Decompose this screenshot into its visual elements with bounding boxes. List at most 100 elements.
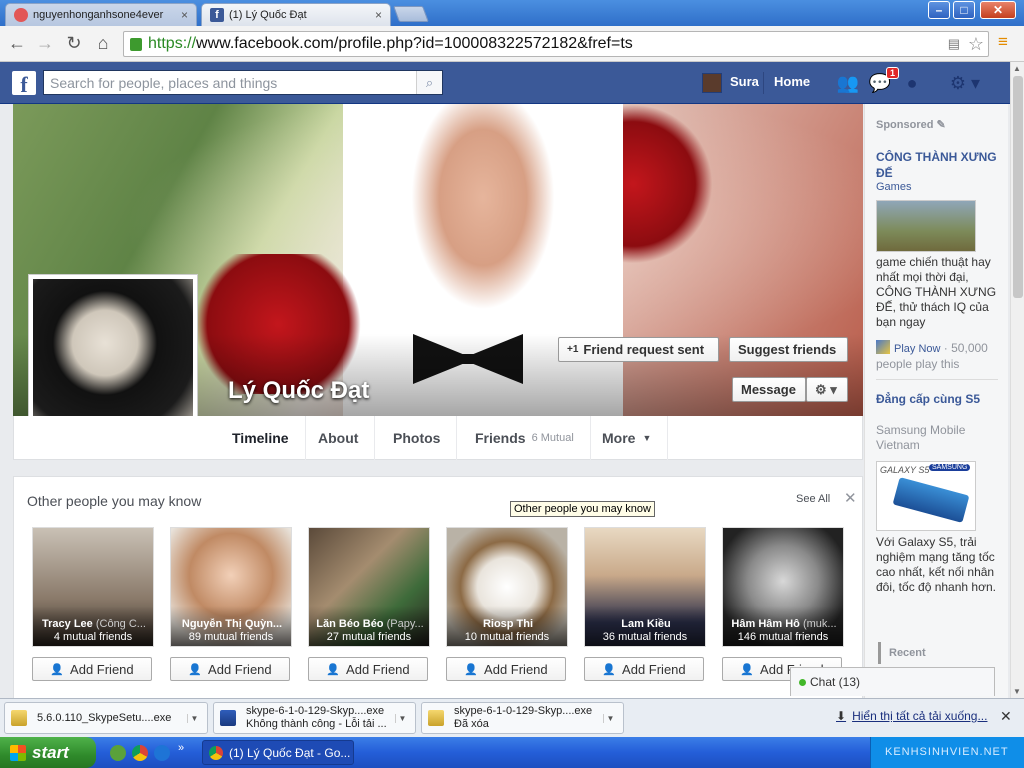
ad-advertiser[interactable]: Samsung Mobile Vietnam <box>876 423 1004 453</box>
mutual-friends[interactable]: 10 mutual friends <box>447 631 567 643</box>
add-friend-button[interactable]: 👤 Add Friend <box>170 657 290 681</box>
mutual-friends[interactable]: 146 mutual friends <box>723 631 843 643</box>
person-name[interactable]: Riosp Thi <box>451 618 565 630</box>
address-bar[interactable]: https://www.facebook.com/profile.php?id=… <box>123 31 989 57</box>
avatar[interactable] <box>702 73 722 93</box>
home-icon[interactable]: ⌂ <box>92 32 114 54</box>
download-item[interactable]: skype-6-1-0-129-Skyp....exe Đã xóa ▼ <box>421 702 624 734</box>
chrome-icon[interactable] <box>132 745 148 761</box>
friend-requests-icon[interactable]: 👥 <box>836 72 860 94</box>
person-card[interactable]: Riosp Thi 10 mutual friends <box>446 527 568 647</box>
download-item[interactable]: 5.6.0.110_SkypeSetu....exe ▼ <box>4 702 208 734</box>
tab-timeline[interactable]: Timeline <box>216 416 306 460</box>
ad-title[interactable]: CÔNG THÀNH XƯNG ĐẾ <box>876 149 1001 181</box>
close-tab-icon[interactable]: × <box>181 8 188 22</box>
ad-image[interactable] <box>876 200 976 252</box>
notifications-icon[interactable]: ● <box>900 72 924 94</box>
profile-name[interactable]: Lý Quốc Đạt <box>228 377 369 405</box>
close-tab-icon[interactable]: × <box>375 8 382 22</box>
ad-image[interactable]: GALAXY S5 SAMSUNG <box>876 461 976 531</box>
minimize-button[interactable]: – <box>928 1 950 19</box>
scroll-up-icon[interactable]: ▲ <box>1013 64 1021 73</box>
sponsored-heading: Sponsored ✎ <box>876 118 946 131</box>
add-friend-button[interactable]: 👤 Add Friend <box>32 657 152 681</box>
bookmark-star-icon[interactable]: ☆ <box>968 34 984 55</box>
tab-friends[interactable]: Friends 6 Mutual <box>459 416 591 460</box>
chrome-menu-icon[interactable]: ≡ <box>998 33 1014 51</box>
add-friend-button[interactable]: 👤 Add Friend <box>308 657 428 681</box>
new-tab-button[interactable] <box>393 6 429 22</box>
button-label: Add Friend <box>208 661 272 677</box>
taskbar: start » (1) Lý Quốc Đạt - Go... KENHSINH… <box>0 737 1024 768</box>
tab-photos[interactable]: Photos <box>377 416 458 460</box>
person-name[interactable]: Tracy Lee (Công C... <box>37 618 151 630</box>
start-button[interactable]: start <box>0 737 96 768</box>
mutual-friends[interactable]: 27 mutual friends <box>309 631 429 643</box>
reload-icon[interactable]: ↻ <box>63 32 85 54</box>
profile-link[interactable]: Sura <box>730 74 759 89</box>
add-friend-button[interactable]: 👤 Add Friend <box>584 657 704 681</box>
forward-icon[interactable]: → <box>34 32 56 54</box>
person-card[interactable]: Nguyễn Thị Quỳn... 89 mutual friends <box>170 527 292 647</box>
quicklaunch-icon[interactable] <box>110 745 126 761</box>
facebook-logo[interactable]: f <box>12 71 36 97</box>
suggest-friends-button[interactable]: Suggest friends <box>729 337 848 362</box>
person-name[interactable]: Hâm Hâm Hô (muk... <box>727 618 841 630</box>
chat-bar[interactable]: Chat (13) <box>790 667 995 696</box>
browser-toolbar: ← → ↻ ⌂ https://www.facebook.com/profile… <box>0 26 1024 62</box>
mutual-friends[interactable]: 36 mutual friends <box>585 631 705 643</box>
play-now-link[interactable]: Play Now <box>894 343 940 355</box>
chevron-right-icon[interactable]: » <box>178 742 184 754</box>
person-name[interactable]: Lăn Béo Béo (Papy... <box>313 618 427 630</box>
ad-category[interactable]: Games <box>876 181 911 193</box>
ad-description[interactable]: Với Galaxy S5, trải nghiệm mạng tăng tốc… <box>876 535 1004 595</box>
download-info: skype-6-1-0-129-Skyp....exe Không thành c… <box>246 705 389 731</box>
tab-more[interactable]: More ▼ <box>586 416 669 460</box>
chevron-down-icon[interactable]: ▼ <box>187 713 201 723</box>
close-icon[interactable]: ✕ <box>844 489 857 507</box>
tooltip: Other people you may know <box>510 501 655 517</box>
tab-nguyenhonganh[interactable]: nguyenhonganhsone4ever × <box>5 3 197 26</box>
chevron-down-icon[interactable]: ▼ <box>395 713 409 723</box>
back-icon[interactable]: ← <box>6 32 28 54</box>
mutual-friends[interactable]: 4 mutual friends <box>33 631 153 643</box>
maximize-button[interactable]: □ <box>953 1 975 19</box>
button-label: Friend request sent <box>583 342 705 357</box>
gear-dropdown-button[interactable]: ⚙ ▾ <box>806 377 848 402</box>
tab-about[interactable]: About <box>302 416 376 460</box>
scroll-thumb[interactable] <box>1013 76 1023 298</box>
settings-icon[interactable]: ⚙ ▾ <box>945 72 985 94</box>
ie-icon[interactable] <box>154 745 170 761</box>
close-icon[interactable]: ✕ <box>1000 708 1012 725</box>
person-name-text: Hâm Hâm Hô <box>731 618 800 630</box>
message-button[interactable]: Message <box>732 377 806 402</box>
search-input[interactable]: Search for people, places and things ⌕ <box>43 70 443 95</box>
ad-description[interactable]: game chiến thuật hay nhất mọi thời đại, … <box>876 255 1004 330</box>
person-card[interactable]: Lam Kiều 36 mutual friends <box>584 527 706 647</box>
search-icon[interactable]: ⌕ <box>416 71 442 94</box>
close-window-button[interactable]: ✕ <box>980 1 1016 19</box>
show-all-downloads-link[interactable]: ⬇ Hiển thị tất cả tải xuống... <box>836 709 987 723</box>
download-item[interactable]: skype-6-1-0-129-Skyp....exe Không thành c… <box>213 702 416 734</box>
taskbar-item-chrome[interactable]: (1) Lý Quốc Đạt - Go... <box>202 740 354 765</box>
person-card[interactable]: Tracy Lee (Công C... 4 mutual friends <box>32 527 154 647</box>
person-card[interactable]: Hâm Hâm Hô (muk... 146 mutual friends <box>722 527 844 647</box>
edit-icon[interactable]: ✎ <box>937 119 946 131</box>
see-all-link[interactable]: See All <box>796 493 830 505</box>
person-card[interactable]: Lăn Béo Béo (Papy... 27 mutual friends <box>308 527 430 647</box>
friend-request-sent-button[interactable]: +1 Friend request sent <box>558 337 719 362</box>
person-name[interactable]: Nguyễn Thị Quỳn... <box>175 618 289 630</box>
home-link[interactable]: Home <box>774 74 810 89</box>
ad-title[interactable]: Đẳng cấp cùng S5 <box>876 391 1004 407</box>
tab-facebook-profile[interactable]: f (1) Lý Quốc Đạt × <box>201 3 391 26</box>
chevron-down-icon[interactable]: ▼ <box>603 713 617 723</box>
mutual-friends[interactable]: 89 mutual friends <box>171 631 291 643</box>
scroll-down-icon[interactable]: ▼ <box>1013 687 1021 696</box>
page-action-icon[interactable]: ▤ <box>948 36 960 52</box>
add-friend-button[interactable]: 👤 Add Friend <box>446 657 566 681</box>
person-name[interactable]: Lam Kiều <box>589 618 703 630</box>
recent-label[interactable]: Recent <box>878 642 926 664</box>
site-icon <box>14 8 28 22</box>
page-scrollbar[interactable]: ▲ ▼ <box>1010 62 1024 698</box>
button-label: Add Friend <box>622 661 686 677</box>
